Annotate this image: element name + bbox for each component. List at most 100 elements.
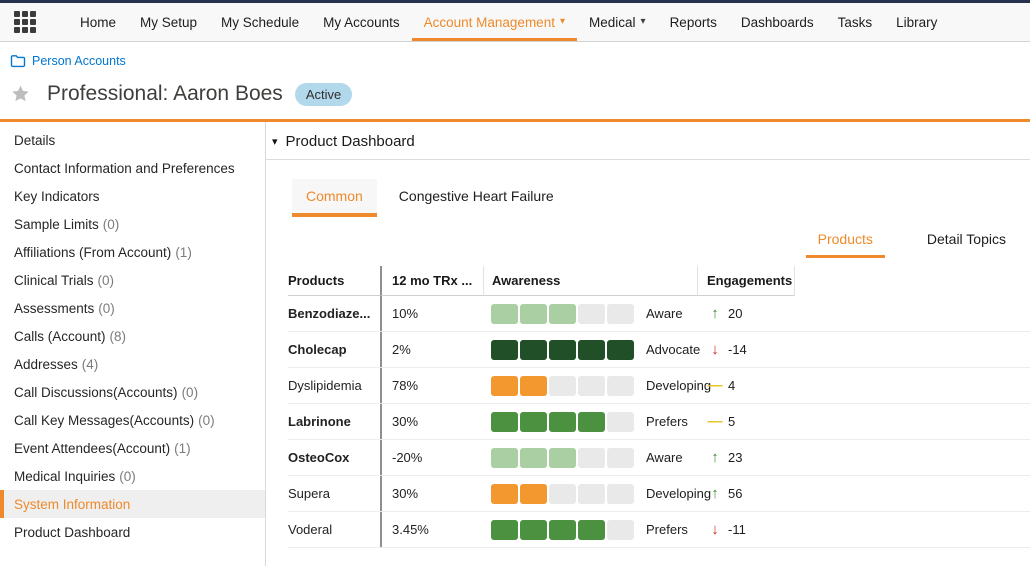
sidebar-item-medical-inquiries[interactable]: Medical Inquiries(0)	[0, 462, 265, 490]
header-filler	[795, 266, 1030, 296]
awareness-segment	[607, 304, 634, 324]
awareness-bar	[491, 376, 634, 396]
awareness-segment	[549, 448, 576, 468]
table-row[interactable]: Dyslipidemia78%Developing—4	[288, 368, 1030, 404]
nav-item-library[interactable]: Library	[884, 3, 949, 41]
app-launcher-icon[interactable]	[14, 11, 40, 33]
sidebar-item-count: (0)	[182, 385, 199, 400]
awareness-segment	[607, 484, 634, 504]
awareness-cell: Aware	[483, 440, 697, 475]
view-tabs: Products Detail Topics	[266, 231, 1018, 258]
sidebar-item-details[interactable]: Details	[0, 126, 265, 154]
awareness-cell: Prefers	[483, 404, 697, 439]
awareness-segment	[578, 412, 605, 432]
product-name: Labrinone	[288, 404, 380, 439]
sidebar-item-clinical-trials[interactable]: Clinical Trials(0)	[0, 266, 265, 294]
engagements-value: -11	[728, 522, 746, 537]
column-header-12-mo-trx[interactable]: 12 mo TRx ...	[380, 266, 483, 296]
awareness-segment	[549, 412, 576, 432]
sidebar-item-contact-information-and-preferences[interactable]: Contact Information and Preferences	[0, 154, 265, 182]
sidebar-item-label: Key Indicators	[14, 189, 100, 204]
trend-up-icon: ↑	[706, 449, 724, 466]
tab-congestive-heart-failure[interactable]: Congestive Heart Failure	[399, 179, 554, 217]
sidebar-item-affiliations-from-account[interactable]: Affiliations (From Account)(1)	[0, 238, 265, 266]
awareness-segment	[491, 520, 518, 540]
folder-icon	[10, 54, 26, 68]
trend-down-icon: ↓	[706, 341, 724, 358]
nav-item-account-management[interactable]: Account Management▾	[412, 3, 577, 41]
sidebar-item-label: Calls (Account)	[14, 329, 106, 344]
table-row[interactable]: Cholecap2%Advocate↓-14	[288, 332, 1030, 368]
tab-common[interactable]: Common	[292, 179, 377, 217]
table-row[interactable]: OsteoCox-20%Aware↑23	[288, 440, 1030, 476]
table-header-row: Products12 mo TRx ...AwarenessEngagement…	[288, 266, 1030, 296]
awareness-segment	[549, 520, 576, 540]
sidebar-item-system-information[interactable]: System Information	[0, 490, 265, 518]
awareness-segment	[491, 376, 518, 396]
awareness-label: Prefers	[646, 522, 688, 537]
table-body: Benzodiaze...10%Aware↑20Cholecap2%Advoca…	[288, 296, 1030, 548]
sidebar-item-event-attendees-account[interactable]: Event Attendees(Account)(1)	[0, 434, 265, 462]
awareness-segment	[520, 304, 547, 324]
column-header-products[interactable]: Products	[288, 266, 380, 296]
nav-item-tasks[interactable]: Tasks	[826, 3, 885, 41]
awareness-segment	[520, 448, 547, 468]
table-row[interactable]: Voderal3.45%Prefers↓-11	[288, 512, 1030, 548]
engagements-value: -14	[728, 342, 747, 357]
trend-flat-icon: —	[706, 377, 724, 394]
awareness-segment	[578, 448, 605, 468]
view-tab-products[interactable]: Products	[806, 231, 885, 258]
nav-item-reports[interactable]: Reports	[658, 3, 729, 41]
trx-value: 30%	[380, 476, 483, 511]
row-filler	[795, 440, 1030, 475]
star-icon[interactable]	[10, 84, 31, 104]
sidebar-item-key-indicators[interactable]: Key Indicators	[0, 182, 265, 210]
awareness-cell: Aware	[483, 296, 697, 331]
trx-value: 30%	[380, 404, 483, 439]
column-header-engagements[interactable]: Engagements	[697, 266, 795, 296]
table-row[interactable]: Labrinone30%Prefers—5	[288, 404, 1030, 440]
main-navbar: Home My Setup My Schedule My Accounts Accoun…	[0, 3, 1030, 42]
nav-item-my-setup[interactable]: My Setup	[128, 3, 209, 41]
nav-item-dashboards[interactable]: Dashboards	[729, 3, 826, 41]
sidebar-item-call-discussions-accounts[interactable]: Call Discussions(Accounts)(0)	[0, 378, 265, 406]
engagements-value: 56	[728, 486, 742, 501]
engagements-cell: ↑23	[697, 440, 795, 475]
sidebar-item-label: Sample Limits	[14, 217, 99, 232]
nav-item-label: Home	[80, 15, 116, 30]
sidebar-item-assessments[interactable]: Assessments(0)	[0, 294, 265, 322]
breadcrumb-label: Person Accounts	[32, 54, 126, 68]
caret-down-icon[interactable]: ▾	[272, 135, 278, 148]
nav-item-home[interactable]: Home	[68, 3, 128, 41]
sidebar-item-call-key-messages-accounts[interactable]: Call Key Messages(Accounts)(0)	[0, 406, 265, 434]
column-header-awareness[interactable]: Awareness	[483, 266, 697, 296]
awareness-segment	[607, 412, 634, 432]
dashboard-tabs: Common Congestive Heart Failure	[292, 179, 1030, 217]
table-row[interactable]: Supera30%Developing↑56	[288, 476, 1030, 512]
sidebar-item-product-dashboard[interactable]: Product Dashboard	[0, 518, 265, 546]
sidebar-item-count: (0)	[103, 217, 120, 232]
nav-item-medical[interactable]: Medical▾	[577, 3, 658, 41]
awareness-bar	[491, 484, 634, 504]
sidebar-item-count: (1)	[174, 441, 191, 456]
table-row[interactable]: Benzodiaze...10%Aware↑20	[288, 296, 1030, 332]
sidebar-item-label: Medical Inquiries	[14, 469, 115, 484]
row-filler	[795, 476, 1030, 511]
trend-up-icon: ↑	[706, 485, 724, 502]
nav-item-my-schedule[interactable]: My Schedule	[209, 3, 311, 41]
nav-item-my-accounts[interactable]: My Accounts	[311, 3, 412, 41]
sidebar-item-addresses[interactable]: Addresses(4)	[0, 350, 265, 378]
sidebar-item-calls-account[interactable]: Calls (Account)(8)	[0, 322, 265, 350]
view-tab-detail-topics[interactable]: Detail Topics	[915, 231, 1018, 258]
sidebar-item-label: System Information	[14, 497, 130, 512]
awareness-segment	[607, 340, 634, 360]
engagements-cell: ↑ 56	[697, 476, 795, 511]
nav-item-label: Medical	[589, 15, 636, 30]
breadcrumb[interactable]: Person Accounts	[10, 54, 126, 68]
sidebar-item-sample-limits[interactable]: Sample Limits (0)	[0, 210, 265, 238]
awareness-segment	[578, 520, 605, 540]
nav-item-label: My Accounts	[323, 15, 400, 30]
awareness-bar	[491, 304, 634, 324]
nav-item-label: My Setup	[140, 15, 197, 30]
sidebar-item-count: (0)	[98, 301, 115, 316]
